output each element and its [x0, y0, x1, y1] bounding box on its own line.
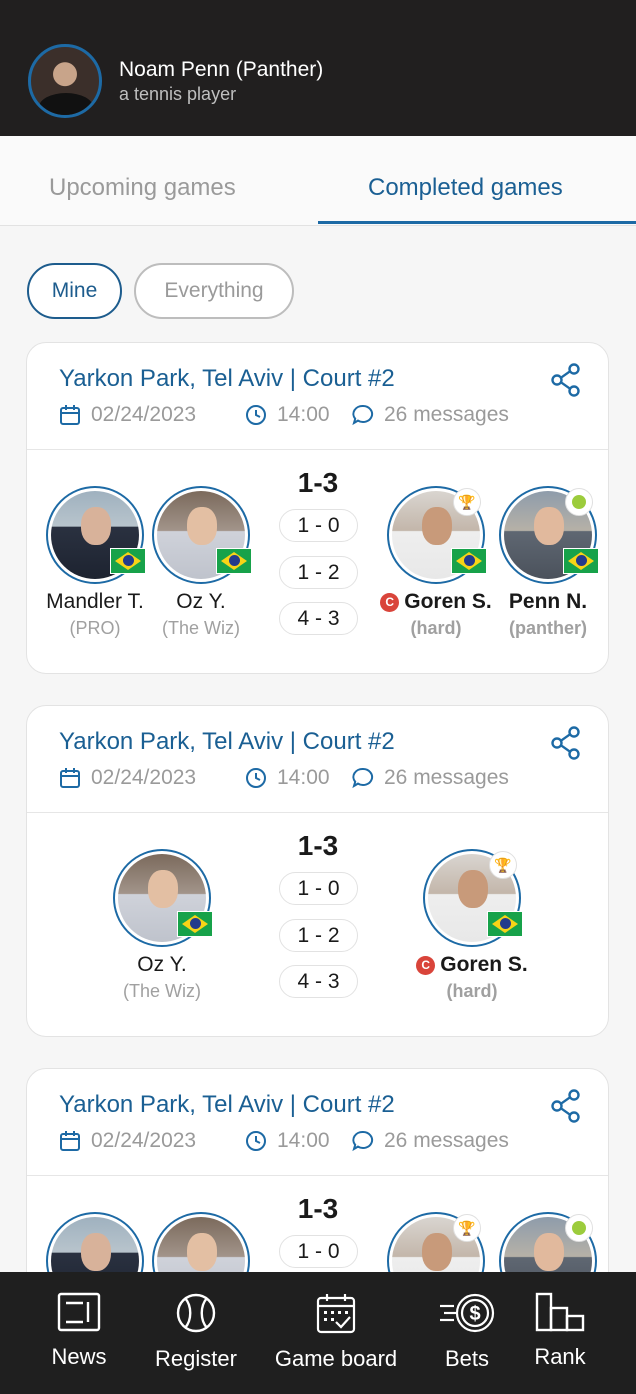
active-tab-indicator: [318, 221, 636, 224]
nav-register[interactable]: Register: [146, 1292, 246, 1372]
share-icon[interactable]: [550, 363, 582, 397]
player[interactable]: Penn N. (panther): [483, 486, 608, 639]
brazil-flag-icon: [177, 911, 213, 937]
game-time: 14:00: [245, 1129, 330, 1153]
player-avatar: 🏆: [423, 849, 523, 947]
player-nickname: (panther): [509, 618, 587, 638]
podium-icon: [535, 1292, 585, 1332]
player-name: Oz Y.: [137, 953, 187, 976]
captain-icon: C: [416, 956, 436, 975]
player-name: C Goren S.: [371, 590, 501, 614]
news-icon: [57, 1292, 101, 1332]
player-avatar: [152, 486, 252, 584]
game-time: 14:00: [245, 766, 330, 790]
game-card[interactable]: Yarkon Park, Tel Aviv | Court #2 02/24/2…: [26, 342, 609, 674]
brazil-flag-icon: [216, 548, 252, 574]
game-messages[interactable]: 26 messages: [352, 403, 509, 427]
clock-icon: [246, 1131, 266, 1151]
chat-icon: [352, 1130, 374, 1152]
game-venue: Yarkon Park, Tel Aviv | Court #2: [59, 728, 395, 755]
game-date: 02/24/2023: [59, 766, 196, 790]
profile-subtitle: a tennis player: [119, 84, 237, 104]
captain-icon: C: [380, 593, 400, 612]
card-divider: [27, 449, 608, 450]
player[interactable]: Oz Y. (The Wiz): [136, 486, 266, 639]
player-name: C Goren S.: [407, 953, 537, 977]
chat-icon: [352, 767, 374, 789]
game-date: 02/24/2023: [59, 1129, 196, 1153]
game-date: 02/24/2023: [59, 403, 196, 427]
calendar-icon: [60, 405, 80, 425]
clock-icon: [246, 768, 266, 788]
brazil-flag-icon: [487, 911, 523, 937]
nav-bets-label: Bets: [444, 1346, 490, 1371]
set-score: 1 - 0: [279, 509, 358, 542]
nav-news[interactable]: News: [40, 1292, 118, 1370]
player-nickname: (The Wiz): [162, 618, 240, 638]
tennis-ball-icon: [565, 488, 593, 516]
tennis-ball-icon: [176, 1293, 216, 1333]
share-icon[interactable]: [550, 1089, 582, 1123]
clock-icon: [246, 405, 266, 425]
calendar-icon: [60, 768, 80, 788]
calendar-icon: [60, 1131, 80, 1151]
nav-game-board[interactable]: Game board: [268, 1292, 404, 1372]
profile-name: Noam Penn (Panther): [119, 58, 324, 81]
profile-avatar[interactable]: [28, 44, 102, 118]
nav-rank[interactable]: Rank: [524, 1292, 596, 1370]
set-score: 4 - 3: [279, 965, 358, 998]
player-nickname: (The Wiz): [123, 981, 201, 1001]
trophy-icon: 🏆: [453, 488, 481, 516]
player-name: Oz Y.: [176, 590, 226, 613]
game-time: 14:00: [245, 403, 330, 427]
nav-game-board-label: Game board: [274, 1346, 398, 1371]
card-divider: [27, 812, 608, 813]
trophy-icon: 🏆: [489, 851, 517, 879]
brazil-flag-icon: [451, 548, 487, 574]
player-nickname: (hard): [410, 618, 462, 638]
nav-news-label: News: [51, 1344, 107, 1369]
nav-bets[interactable]: $ Bets: [428, 1292, 506, 1372]
tab-upcoming-games[interactable]: Upcoming games: [49, 174, 236, 202]
player-name: Penn N.: [508, 590, 588, 613]
game-messages[interactable]: 26 messages: [352, 766, 509, 790]
bottom-navigation: News Register Game board $ Bets Rank: [0, 1272, 636, 1394]
set-score: 1 - 0: [279, 872, 358, 905]
set-score: 4 - 3: [279, 602, 358, 635]
share-icon[interactable]: [550, 726, 582, 760]
player[interactable]: Oz Y. (The Wiz): [97, 849, 227, 1002]
game-venue: Yarkon Park, Tel Aviv | Court #2: [59, 365, 395, 392]
tennis-ball-icon: [565, 1214, 593, 1242]
player-avatar: 🏆: [387, 486, 487, 584]
filter-mine-button[interactable]: Mine: [27, 263, 122, 319]
game-card[interactable]: Yarkon Park, Tel Aviv | Court #2 02/24/2…: [26, 705, 609, 1037]
nav-rank-label: Rank: [534, 1344, 586, 1369]
final-score: 1-3: [297, 1193, 339, 1224]
game-messages[interactable]: 26 messages: [352, 1129, 509, 1153]
final-score: 1-3: [297, 467, 339, 498]
profile-header: Noam Penn (Panther) a tennis player: [0, 0, 636, 136]
player[interactable]: 🏆 C Goren S. (hard): [371, 486, 501, 639]
player-avatar: [46, 486, 146, 584]
trophy-icon: 🏆: [453, 1214, 481, 1242]
calendar-check-icon: [316, 1294, 356, 1334]
nav-register-label: Register: [155, 1346, 237, 1371]
filter-everything-button[interactable]: Everything: [134, 263, 294, 319]
tab-completed-games[interactable]: Completed games: [368, 174, 563, 202]
coin-dollar-icon: $: [440, 1293, 495, 1333]
games-tabs: Upcoming games Completed games: [0, 136, 636, 226]
chat-icon: [352, 404, 374, 426]
card-divider: [27, 1175, 608, 1176]
player-avatar: [113, 849, 213, 947]
player-nickname: (hard): [446, 981, 498, 1001]
player[interactable]: 🏆 C Goren S. (hard): [407, 849, 537, 1002]
player-avatar: [499, 486, 599, 584]
game-venue: Yarkon Park, Tel Aviv | Court #2: [59, 1091, 395, 1118]
final-score: 1-3: [297, 830, 339, 861]
set-score: 1 - 0: [279, 1235, 358, 1268]
svg-text:$: $: [469, 1303, 480, 1325]
set-score: 1 - 2: [279, 919, 358, 952]
brazil-flag-icon: [563, 548, 599, 574]
set-score: 1 - 2: [279, 556, 358, 589]
